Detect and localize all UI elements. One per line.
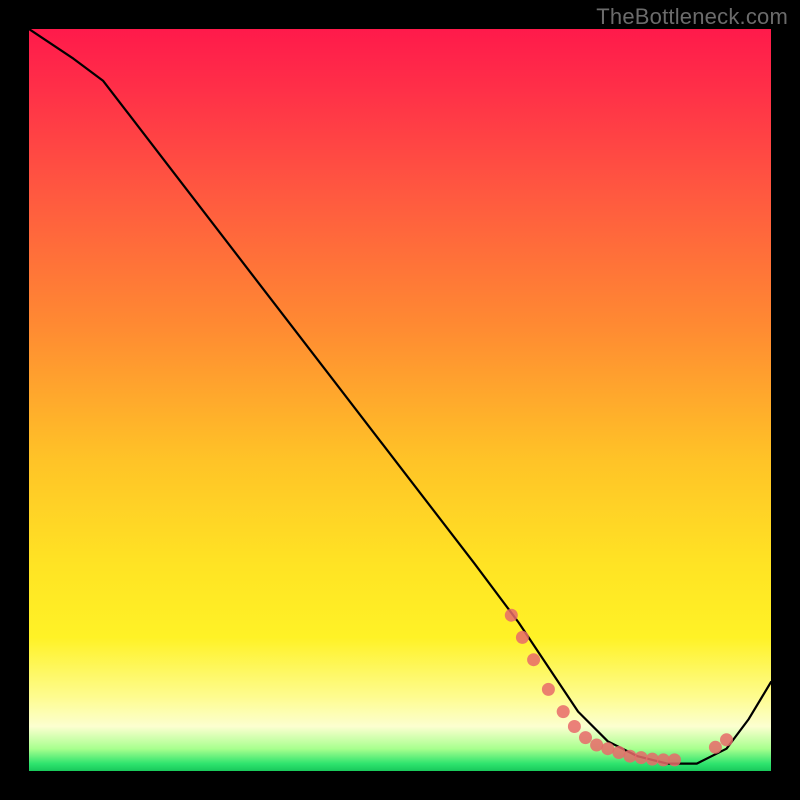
highlight-point — [720, 733, 733, 746]
highlight-point — [612, 746, 625, 759]
highlight-point — [601, 742, 614, 755]
highlight-point — [542, 683, 555, 696]
highlight-point — [527, 653, 540, 666]
highlight-point — [516, 631, 529, 644]
highlight-point — [657, 753, 670, 766]
highlight-point — [709, 741, 722, 754]
curve-layer — [29, 29, 771, 771]
highlight-point — [579, 731, 592, 744]
highlight-point — [668, 753, 681, 766]
chart-frame: TheBottleneck.com — [0, 0, 800, 800]
highlight-point — [624, 750, 637, 763]
highlight-point — [505, 609, 518, 622]
highlight-point — [590, 739, 603, 752]
highlight-point — [557, 705, 570, 718]
highlight-point — [568, 720, 581, 733]
highlight-point — [646, 753, 659, 766]
watermark-text: TheBottleneck.com — [596, 4, 788, 30]
plot-area — [29, 29, 771, 771]
highlight-point — [635, 751, 648, 764]
bottleneck-curve — [29, 29, 771, 764]
highlight-points — [505, 609, 733, 767]
